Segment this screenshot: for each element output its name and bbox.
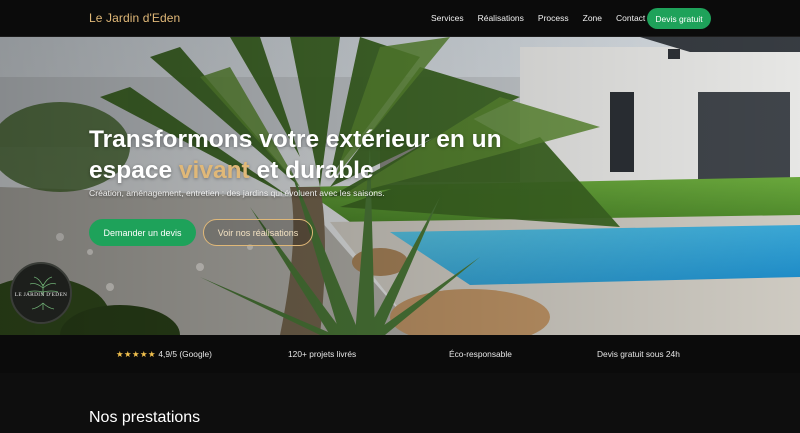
rating-text: 4,9/5 (Google) <box>158 349 212 359</box>
nav-links: Services Réalisations Process Zone Conta… <box>431 13 659 23</box>
hero-subtitle: Création, aménagement, entretien : des j… <box>89 188 385 198</box>
services-section: Nos prestations <box>0 373 800 433</box>
brand-badge-logo: LE JARDIN D'EDEN <box>10 262 72 324</box>
nav-link-realisations[interactable]: Réalisations <box>478 13 524 23</box>
trust-bar: ★★★★★ 4,9/5 (Google) 120+ projets livrés… <box>0 335 800 373</box>
nav-link-process[interactable]: Process <box>538 13 569 23</box>
nav-link-services[interactable]: Services <box>431 13 464 23</box>
hero-title: Transformons votre extérieur en un espac… <box>89 126 502 184</box>
section-title: Nos prestations <box>89 409 201 426</box>
quote-delay-stat: Devis gratuit sous 24h <box>597 349 680 359</box>
request-quote-button[interactable]: Demander un devis <box>89 219 196 246</box>
rating-item: ★★★★★ 4,9/5 (Google) <box>116 349 212 359</box>
nav-link-zone[interactable]: Zone <box>583 13 602 23</box>
badge-text: LE JARDIN D'EDEN <box>14 292 68 298</box>
hero-section: Transformons votre extérieur en un espac… <box>0 37 800 335</box>
nav-quote-button[interactable]: Devis gratuit <box>647 8 711 29</box>
eco-badge: Éco-responsable <box>449 349 512 359</box>
top-navbar: Le Jardin d'Eden Services Réalisations P… <box>0 0 800 37</box>
view-realisations-button[interactable]: Voir nos réalisations <box>203 219 313 246</box>
brand-logo-text[interactable]: Le Jardin d'Eden <box>89 11 180 25</box>
projects-stat: 120+ projets livrés <box>288 349 357 359</box>
hero-title-accent: vivant <box>178 157 250 184</box>
nav-link-contact[interactable]: Contact <box>616 13 645 23</box>
star-rating-icon: ★★★★★ <box>116 349 157 359</box>
